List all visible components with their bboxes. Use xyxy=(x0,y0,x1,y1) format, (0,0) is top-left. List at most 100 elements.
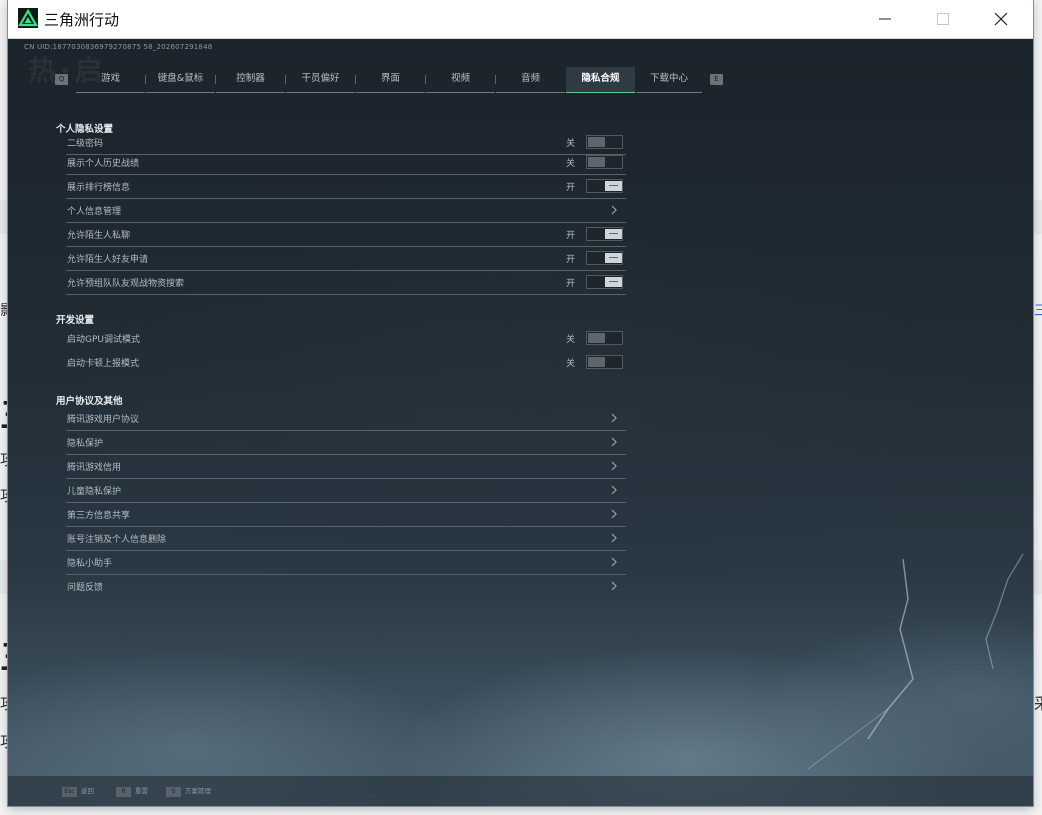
tab-label: 隐私合规 xyxy=(581,73,620,84)
toggle-switch[interactable] xyxy=(586,355,623,369)
settings-tabs: 游戏 键盘&鼠标 控制器 干员偏好 界面 视频 音频 隐私合规 下载中心 xyxy=(76,67,702,93)
setting-label: 二级密码 xyxy=(67,139,104,149)
setting-row-teammate-spectate[interactable]: 允许预组队队友观战物资搜索 开 xyxy=(66,271,626,295)
tab-label: 界面 xyxy=(380,73,400,84)
tab-label: 干员偏好 xyxy=(301,73,340,84)
setting-label: 第三方信息共享 xyxy=(67,511,131,521)
game-viewport: 热·启 CN UID:1877030836979270875 58_202607… xyxy=(8,39,1033,806)
tab-label: 控制器 xyxy=(236,73,265,84)
tab-download-center[interactable]: 下载中心 xyxy=(636,67,702,93)
scheme-hint[interactable]: S 方案管理 xyxy=(166,785,211,797)
chevron-right-icon xyxy=(611,205,617,215)
setting-label: 腾讯游戏用户协议 xyxy=(67,415,140,425)
setting-label: 问题反馈 xyxy=(67,583,104,593)
chevron-right-icon xyxy=(611,413,617,423)
tab-label: 下载中心 xyxy=(649,73,688,84)
tab-audio[interactable]: 音频 xyxy=(496,67,565,93)
next-tab-key[interactable]: E xyxy=(710,74,723,85)
tab-privacy-compliance[interactable]: 隐私合规 xyxy=(566,67,635,93)
setting-row-stranger-chat[interactable]: 允许陌生人私聊 开 xyxy=(66,223,626,247)
hint-label: 返回 xyxy=(81,787,94,795)
toggle-switch[interactable] xyxy=(586,275,623,289)
back-hint[interactable]: Esc 返回 xyxy=(62,785,94,797)
setting-label: 展示排行榜信息 xyxy=(67,183,131,193)
tab-video[interactable]: 视频 xyxy=(426,67,495,93)
tab-game[interactable]: 游戏 xyxy=(76,67,145,93)
maximize-button[interactable] xyxy=(914,0,972,38)
setting-label: 允许陌生人私聊 xyxy=(67,231,131,241)
setting-row-show-history[interactable]: 展示个人历史战绩 关 xyxy=(66,151,626,175)
setting-label: 允许陌生人好友申请 xyxy=(67,255,149,265)
setting-label: 腾讯游戏信用 xyxy=(67,463,122,473)
toggle-state-text: 开 xyxy=(566,231,576,241)
key-cap: Esc xyxy=(62,787,77,797)
setting-label: 个人信息管理 xyxy=(67,207,122,217)
chevron-right-icon xyxy=(611,581,617,591)
toggle-switch[interactable] xyxy=(586,331,623,345)
setting-label: 隐私小助手 xyxy=(67,559,113,569)
setting-row-user-agreement[interactable]: 腾讯游戏用户协议 xyxy=(66,407,626,431)
toggle-switch[interactable] xyxy=(586,155,623,169)
toggle-state-text: 关 xyxy=(566,359,576,369)
close-button[interactable] xyxy=(972,0,1030,38)
setting-label: 启动卡顿上报模式 xyxy=(67,359,140,369)
game-window: 三角洲行动 热·启 CN UID:1877030836979270875 58_… xyxy=(8,0,1033,806)
setting-row-stutter-report[interactable]: 启动卡顿上报模式 关 xyxy=(66,351,626,374)
setting-row-third-party-sharing[interactable]: 第三方信息共享 xyxy=(66,503,626,527)
chevron-right-icon xyxy=(611,485,617,495)
delta-triangle-icon xyxy=(18,8,38,28)
section-title-dev: 开发设置 xyxy=(56,315,95,326)
setting-row-feedback[interactable]: 问题反馈 xyxy=(66,575,626,598)
chevron-right-icon xyxy=(611,437,617,447)
setting-row-account-deletion[interactable]: 账号注销及个人信息删除 xyxy=(66,527,626,551)
toggle-switch[interactable] xyxy=(586,251,623,265)
setting-row-gpu-debug[interactable]: 启动GPU调试模式 关 xyxy=(66,327,626,350)
section-title-agreements: 用户协议及其他 xyxy=(56,396,123,407)
setting-label: 账号注销及个人信息删除 xyxy=(67,535,167,545)
setting-label: 展示个人历史战绩 xyxy=(67,159,140,169)
tab-controller[interactable]: 控制器 xyxy=(216,67,285,93)
setting-row-game-credit[interactable]: 腾讯游戏信用 xyxy=(66,455,626,479)
minimize-button[interactable] xyxy=(856,0,914,38)
setting-row-privacy-assistant[interactable]: 隐私小助手 xyxy=(66,551,626,575)
hint-label: 重置 xyxy=(135,787,148,795)
background-link: 三 xyxy=(1034,303,1042,319)
setting-row-privacy-protection[interactable]: 隐私保护 xyxy=(66,431,626,455)
tab-operator-preference[interactable]: 干员偏好 xyxy=(286,67,355,93)
toggle-switch[interactable] xyxy=(586,135,623,149)
tab-label: 音频 xyxy=(520,73,540,84)
close-icon xyxy=(994,12,1008,26)
toggle-state-text: 关 xyxy=(566,139,576,149)
tab-label: 键盘&鼠标 xyxy=(157,73,204,84)
title-bar[interactable]: 三角洲行动 xyxy=(8,0,1033,39)
setting-label: 儿童隐私保护 xyxy=(67,487,122,497)
toggle-state-text: 开 xyxy=(566,183,576,193)
minimize-icon xyxy=(879,18,891,20)
maximize-icon xyxy=(937,13,949,25)
prev-tab-key[interactable]: Q xyxy=(55,74,68,85)
key-cap: R xyxy=(116,787,131,797)
toggle-state-text: 关 xyxy=(566,335,576,345)
reset-hint[interactable]: R 重置 xyxy=(116,785,148,797)
tab-interface[interactable]: 界面 xyxy=(356,67,425,93)
chevron-right-icon xyxy=(611,461,617,471)
toggle-state-text: 开 xyxy=(566,279,576,289)
setting-row-stranger-friend-request[interactable]: 允许陌生人好友申请 开 xyxy=(66,247,626,271)
setting-label: 隐私保护 xyxy=(67,439,104,449)
toggle-state-text: 关 xyxy=(566,159,576,169)
chevron-right-icon xyxy=(611,533,617,543)
background-text: 采 xyxy=(1034,690,1042,714)
setting-label: 启动GPU调试模式 xyxy=(67,335,140,345)
tab-label: 游戏 xyxy=(100,73,120,84)
setting-row-personal-info[interactable]: 个人信息管理 xyxy=(66,199,626,223)
toggle-switch[interactable] xyxy=(586,179,623,193)
toggle-switch[interactable] xyxy=(586,227,623,241)
chevron-right-icon xyxy=(611,509,617,519)
bottom-hint-bar: Esc 返回 R 重置 S 方案管理 xyxy=(8,776,1033,806)
tab-label: 视频 xyxy=(450,73,470,84)
setting-label: 允许预组队队友观战物资搜索 xyxy=(67,279,185,289)
setting-row-child-privacy[interactable]: 儿童隐私保护 xyxy=(66,479,626,503)
toggle-state-text: 开 xyxy=(566,255,576,265)
setting-row-show-leaderboard[interactable]: 展示排行榜信息 开 xyxy=(66,175,626,199)
tab-keyboard-mouse[interactable]: 键盘&鼠标 xyxy=(146,67,215,93)
